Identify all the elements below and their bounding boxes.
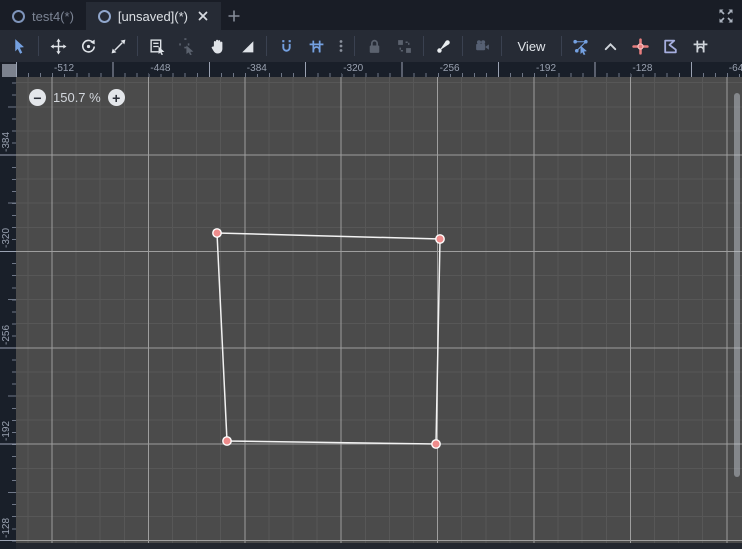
- pan-tool-button[interactable]: [204, 33, 231, 59]
- zoom-out-button[interactable]: −: [29, 89, 46, 106]
- polygon-outline: [216, 232, 441, 445]
- select-tool-button[interactable]: [6, 33, 33, 59]
- camera-icon: [475, 39, 489, 50]
- rotate-tool-button[interactable]: [75, 33, 102, 59]
- expand-icon[interactable]: [717, 7, 735, 25]
- select-points-button[interactable]: [567, 33, 594, 59]
- scene-icon: [97, 9, 111, 23]
- toolbar-separator: [137, 36, 138, 56]
- vruler-label: -192: [1, 419, 12, 444]
- toolbar-separator: [462, 36, 463, 56]
- select-points-icon: [573, 39, 589, 55]
- canvas-toolbar: View: [0, 30, 742, 62]
- tab-unsaved[interactable]: [unsaved](*): [85, 2, 221, 30]
- bone-icon: [436, 39, 450, 53]
- hruler-label: -512: [53, 63, 77, 74]
- scale-tool-button[interactable]: [105, 33, 132, 59]
- polygon-layer: [212, 228, 445, 449]
- polygon-vertex-handle[interactable]: [212, 228, 222, 238]
- polygon-vertex-handle[interactable]: [431, 439, 441, 449]
- zoom-in-button[interactable]: +: [107, 89, 125, 106]
- group-icon: [397, 39, 411, 53]
- add-tab-button[interactable]: [221, 2, 247, 30]
- toolbar-separator: [266, 36, 267, 56]
- viewport-workspace: -512 -448 -384 -320 -256 -192 -128 -64 -384 -320…: [0, 62, 742, 549]
- pivot-button[interactable]: [627, 33, 654, 59]
- ellipsis-icon: [339, 40, 342, 52]
- scale-icon: [111, 39, 125, 53]
- horizontal-ruler[interactable]: -512 -448 -384 -320 -256 -192 -128 -64: [16, 62, 742, 77]
- move-tool-button[interactable]: [45, 33, 72, 59]
- polygon-vertex-handle[interactable]: [222, 436, 232, 446]
- scene-tab-bar: test4(*) [unsaved](*): [0, 0, 742, 30]
- vertical-scrollbar-thumb[interactable]: [734, 93, 740, 477]
- snap-cursor-tool-button[interactable]: [174, 33, 201, 59]
- group-button[interactable]: [391, 33, 418, 59]
- scene-icon: [12, 9, 25, 23]
- camera-override-button[interactable]: [469, 33, 496, 59]
- smart-snap-button[interactable]: [273, 33, 300, 59]
- list-select-icon: [149, 38, 164, 55]
- collapse-button[interactable]: [597, 33, 624, 59]
- edit-polygon-button[interactable]: [657, 33, 684, 59]
- canvas-viewport[interactable]: − 150.7 % +: [16, 77, 742, 549]
- zoom-level-label[interactable]: 150.7 %: [53, 90, 101, 105]
- snap-options-menu-button[interactable]: [333, 33, 349, 59]
- tab-label: [unsaved](*): [117, 8, 188, 24]
- hruler-label: -192: [535, 63, 559, 74]
- view-menu-button[interactable]: View: [508, 33, 556, 59]
- vertical-ruler[interactable]: -384 -320 -256 -192 -128: [0, 77, 16, 549]
- polygon-corner-icon: [664, 39, 678, 53]
- hruler-label: -128: [631, 63, 655, 74]
- hruler-label: -64: [727, 63, 742, 74]
- grid-snap-icon: [694, 40, 708, 52]
- toolbar-separator: [501, 36, 502, 56]
- pan-hand-icon: [211, 39, 222, 54]
- close-icon[interactable]: [197, 10, 209, 22]
- list-select-tool-button[interactable]: [144, 33, 171, 59]
- rotate-icon: [81, 39, 95, 53]
- vruler-label: -256: [1, 322, 12, 347]
- hruler-label: -256: [438, 63, 462, 74]
- polygon-vertex-handle[interactable]: [435, 234, 445, 244]
- select-arrow-icon: [14, 38, 24, 54]
- zoom-widget: − 150.7 % +: [29, 89, 125, 106]
- hruler-label: -448: [149, 63, 173, 74]
- toolbar-separator: [38, 36, 39, 56]
- ruler-icon: [241, 40, 253, 52]
- toolbar-separator: [354, 36, 355, 56]
- ruler-tool-button[interactable]: [234, 33, 261, 59]
- godot-2d-editor: test4(*) [unsaved](*) View -512 -448 -38…: [0, 0, 742, 549]
- tab-label: test4(*): [32, 8, 74, 24]
- grid-snap-icon: [309, 40, 323, 52]
- tab-test4[interactable]: test4(*): [0, 2, 86, 30]
- chevron-up-icon: [605, 42, 617, 50]
- vruler-label: -384: [1, 129, 12, 154]
- view-menu-label: View: [517, 38, 546, 54]
- vruler-label: -320: [1, 226, 12, 251]
- lock-button[interactable]: [361, 33, 388, 59]
- toolbar-separator: [560, 36, 562, 56]
- move-icon: [50, 38, 66, 54]
- toolbar-separator: [423, 36, 424, 56]
- grid-snap-button[interactable]: [303, 33, 330, 59]
- skeleton-bone-button[interactable]: [430, 33, 457, 59]
- snap-settings-button[interactable]: [687, 33, 714, 59]
- horizontal-scrollbar-track[interactable]: [16, 543, 742, 549]
- hruler-label: -384: [245, 63, 269, 74]
- hruler-label: -320: [342, 63, 366, 74]
- lock-icon: [369, 39, 379, 53]
- pivot-icon: [632, 37, 650, 55]
- smart-snap-magnet-icon: [281, 39, 291, 52]
- ruler-corner[interactable]: [2, 64, 16, 77]
- snap-cursor-icon: [178, 37, 193, 55]
- vruler-label: -128: [1, 515, 12, 540]
